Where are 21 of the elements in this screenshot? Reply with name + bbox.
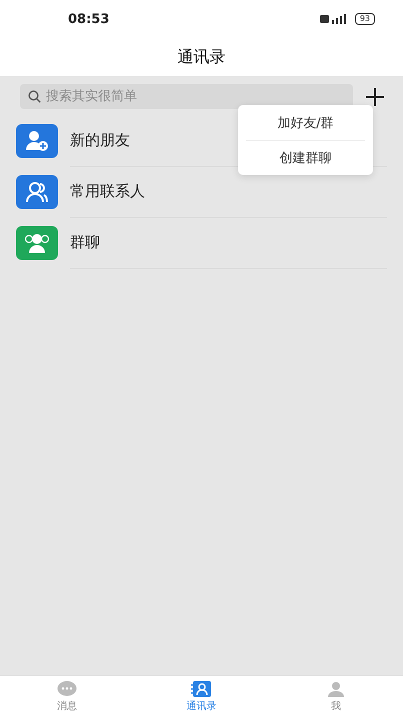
menu-item[interactable]: 创建群聊 (246, 140, 365, 175)
people-icon (25, 180, 49, 202)
search-field[interactable]: 搜索其实很简单 (20, 84, 353, 109)
contact-entry-label[interactable]: 常用联系人 (70, 182, 145, 200)
contact-card-icon (191, 681, 212, 697)
contact-icon-tile[interactable] (16, 124, 58, 158)
contact-icon-tile[interactable] (16, 226, 58, 260)
battery-level: 93 (354, 13, 375, 25)
nav-tab[interactable]: 消息 (0, 676, 134, 718)
chat-bubble-icon (57, 681, 78, 697)
status-time: 08:53 (68, 12, 110, 26)
person-icon (326, 681, 345, 697)
page-title: 通讯录 (178, 46, 226, 68)
contact-entry-label[interactable]: 群聊 (70, 232, 100, 252)
contact-icon-tile[interactable] (16, 174, 58, 208)
add-person-icon (25, 130, 49, 152)
nav-tab[interactable]: 我 (268, 676, 403, 718)
search-icon (28, 90, 41, 103)
contact-entry-label[interactable]: 新的朋友 (70, 130, 130, 150)
nav-tab[interactable]: 通讯录 (134, 676, 269, 718)
group-icon (24, 232, 50, 254)
